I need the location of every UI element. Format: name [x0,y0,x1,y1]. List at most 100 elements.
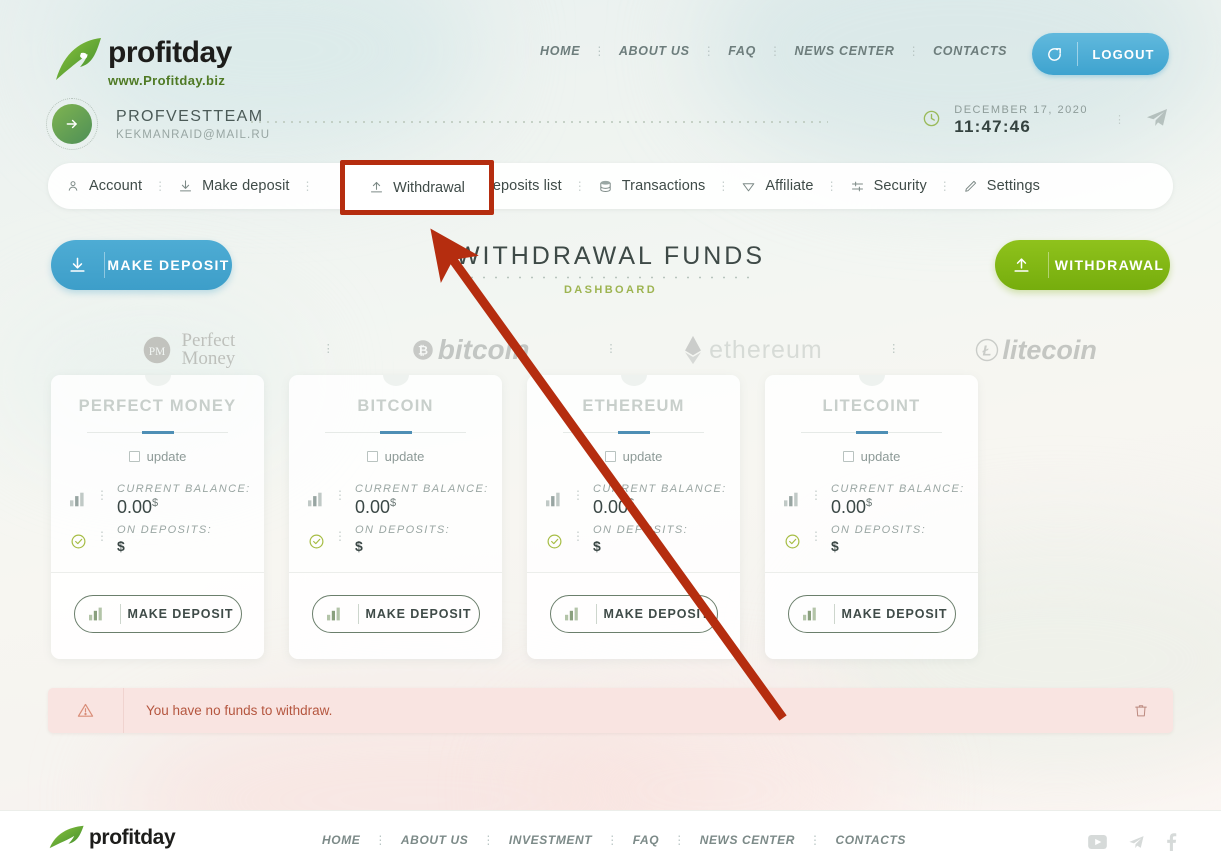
on-deposits-label: ON DEPOSITS: [593,524,689,536]
nav-item-contacts[interactable]: CONTACTS [933,44,1007,58]
update-checkbox[interactable] [604,451,616,462]
brand-logo[interactable]: profitday www.Profitday.biz [52,34,232,88]
tab-separator: ⋮ [938,179,951,193]
tab-separator: ⋮ [717,179,730,193]
page-root: profitday www.Profitday.biz HOME ⋮ ABOUT… [0,0,1221,866]
bitcoin-logo: ₿ bitcoin [334,334,606,366]
current-balance-row: ⋮ CURRENT BALANCE: 0.00$ [289,483,502,518]
on-deposits-row: ⋮ ON DEPOSITS: $ [527,524,740,554]
avatar[interactable] [46,98,98,150]
update-checkbox-row[interactable]: update [65,449,250,464]
current-balance-label: CURRENT BALANCE: [593,483,727,495]
tab-settings[interactable]: Settings [963,178,1040,194]
tab-transactions-label: Transactions [621,178,706,194]
svg-text:Ł: Ł [982,344,992,360]
row-separator: ⋮ [572,529,584,543]
upload-icon [995,252,1049,278]
update-label: update [622,449,663,464]
update-checkbox-row[interactable]: update [779,449,964,464]
card-make-deposit-button[interactable]: MAKE DEPOSIT [311,595,480,633]
card-make-deposit-button[interactable]: MAKE DEPOSIT [787,595,956,633]
footer-nav-about-us[interactable]: ABOUT US [401,833,468,847]
footer-brand-name: profitday [89,826,176,849]
nav-item-about-us[interactable]: ABOUT US [619,44,690,58]
trash-icon[interactable] [1109,702,1173,719]
nav-item-faq[interactable]: FAQ [728,44,756,58]
user-bar: PROFVESTTEAM KEKMANRAID@MAIL.RU [46,98,270,150]
update-checkbox[interactable] [366,451,378,462]
tab-withdrawal-label: Withdrawal [393,179,465,196]
bar-chart-icon [305,483,327,507]
on-deposits-value: $ [831,538,839,554]
update-label: update [384,449,425,464]
youtube-icon[interactable] [1088,835,1107,854]
footer-navigation: HOME ⋮ ABOUT US ⋮ INVESTMENT ⋮ FAQ ⋮ NEW… [322,833,906,847]
tab-transactions[interactable]: Transactions [598,178,706,194]
update-checkbox-row[interactable]: update [541,449,726,464]
card-make-deposit-button[interactable]: MAKE DEPOSIT [549,595,718,633]
card-title: BITCOIN [357,397,434,415]
card-accent-rule [87,432,228,433]
site-header: profitday www.Profitday.biz HOME ⋮ ABOUT… [0,0,1221,160]
tab-security[interactable]: Security [850,178,927,194]
svg-text:PM: PM [149,346,165,358]
on-deposits-label: ON DEPOSITS: [117,524,213,536]
footer-nav-contacts[interactable]: CONTACTS [835,833,906,847]
facebook-icon[interactable] [1166,833,1177,856]
card-make-deposit-label: MAKE DEPOSIT [127,607,234,621]
update-checkbox[interactable] [128,451,140,462]
nav-item-news-center[interactable]: NEWS CENTER [795,44,895,58]
on-deposits-label: ON DEPOSITS: [831,524,927,536]
page-header-row: MAKE DEPOSIT WITHDRAWAL FUNDS DASHBOARD … [0,240,1221,298]
telegram-icon[interactable] [1145,106,1169,135]
tab-affiliate[interactable]: Affiliate [741,178,814,194]
clock-icon [922,109,941,133]
user-email: KEKMANRAID@MAIL.RU [116,128,271,141]
tab-withdrawal[interactable]: Withdrawal [340,160,494,215]
current-balance-row: ⋮ CURRENT BALANCE: 0.00$ [51,483,264,518]
bar-chart-icon [789,604,835,624]
withdrawal-button[interactable]: WITHDRAWAL [995,240,1170,290]
footer-brand-logo[interactable]: profitday [48,825,176,851]
footer-nav-investment[interactable]: INVESTMENT [509,833,592,847]
logout-label: LOGOUT [1092,46,1155,62]
bar-chart-icon [551,604,597,624]
avatar-circle [52,104,92,144]
current-balance-label: CURRENT BALANCE: [355,483,489,495]
payment-logo-strip: PM Perfect Money ⋮ ₿ bitcoin ⋮ ethereum ⋮… [51,325,1171,375]
tab-make-deposit[interactable]: Make deposit [178,178,289,194]
footer-nav-faq[interactable]: FAQ [633,833,659,847]
logout-button[interactable]: LOGOUT [1032,33,1169,75]
card-title: ETHEREUM [582,397,685,415]
tab-make-deposit-label: Make deposit [202,178,290,194]
telegram-icon[interactable] [1127,834,1146,856]
footer-social-links [1088,833,1177,856]
brand-name: profitday [108,36,232,69]
card-make-deposit-button[interactable]: MAKE DEPOSIT [73,595,242,633]
card-title: PERFECT MONEY [78,397,237,415]
nav-item-home[interactable]: HOME [540,44,580,58]
logo-separator: ⋮ [605,343,617,356]
warning-icon [48,688,124,733]
check-circle-icon [67,524,89,550]
on-deposits-value: $ [593,538,601,554]
check-circle-icon [305,524,327,550]
bar-chart-icon [781,483,803,507]
row-separator: ⋮ [810,488,822,502]
tab-account-label: Account [89,178,143,194]
logo-separator: ⋮ [322,343,334,356]
on-deposits-value: $ [355,538,363,554]
pencil-icon [965,180,976,192]
tab-separator: ⋮ [573,179,586,193]
footer-nav-news-center[interactable]: NEWS CENTER [700,833,795,847]
update-checkbox-row[interactable]: update [303,449,488,464]
tab-settings-label: Settings [986,178,1040,194]
footer-nav-home[interactable]: HOME [322,833,360,847]
row-separator: ⋮ [334,529,346,543]
tab-account[interactable]: Account [66,178,142,194]
current-balance-row: ⋮ CURRENT BALANCE: 0.00$ [527,483,740,518]
tab-affiliate-label: Affiliate [765,178,814,194]
nav-separator: ⋮ [482,833,495,847]
card-make-deposit-label: MAKE DEPOSIT [365,607,472,621]
update-checkbox[interactable] [842,451,854,462]
